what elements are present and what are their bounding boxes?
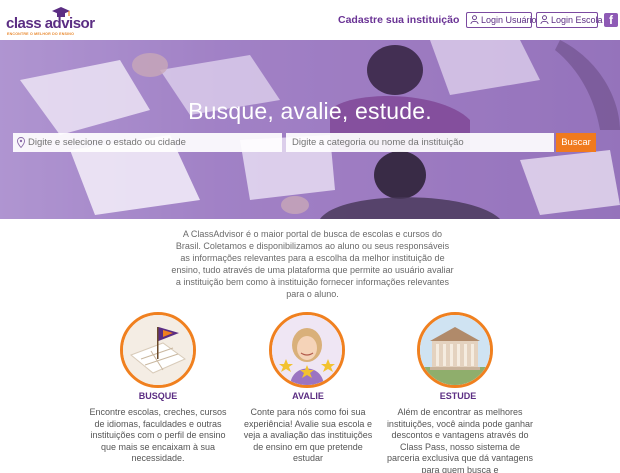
students-studying-photo xyxy=(0,40,620,219)
feature-avalie-text: Conte para nós como foi sua experiência!… xyxy=(243,407,373,464)
state-city-search-input[interactable] xyxy=(13,133,282,152)
feature-estude-text: Além de encontrar as melhores instituiçõ… xyxy=(386,407,534,473)
hero-banner: Busque, avalie, estude. Buscar xyxy=(0,40,620,219)
hero-title: Busque, avalie, estude. xyxy=(188,98,432,124)
facebook-icon[interactable]: f xyxy=(604,13,618,27)
feature-avalie-title: AVALIE xyxy=(292,391,324,401)
site-header: class advisor ENCONTRE O MELHOR DO ENSIN… xyxy=(0,0,620,40)
smiling-woman-stars-icon xyxy=(269,312,345,388)
school-building-icon xyxy=(417,312,493,388)
login-school-button[interactable]: Login Escola xyxy=(536,12,603,28)
logo-tagline: ENCONTRE O MELHOR DO ENSINO xyxy=(7,32,75,36)
logo-wordmark: class advisor xyxy=(6,15,95,32)
feature-busque-text: Encontre escolas, creches, cursos de idi… xyxy=(89,407,227,464)
login-user-button[interactable]: Login Usuário xyxy=(466,12,537,28)
map-flag-icon xyxy=(120,312,196,388)
map-pin-icon xyxy=(17,137,25,148)
feature-busque-title: BUSQUE xyxy=(138,391,178,401)
login-user-label: Login Usuário xyxy=(481,15,537,25)
login-school-label: Login Escola xyxy=(551,15,603,25)
user-icon xyxy=(470,15,479,24)
feature-estude-title: ESTUDE xyxy=(439,391,477,401)
category-institution-search-input[interactable] xyxy=(286,133,554,152)
search-button[interactable]: Buscar xyxy=(556,133,596,152)
classadvisor-logo[interactable]: class advisor ENCONTRE O MELHOR DO ENSIN… xyxy=(6,6,95,36)
intro-paragraph: A ClassAdvisor é o maior portal de busca… xyxy=(171,229,454,299)
register-institution-link[interactable]: Cadastre sua instituição xyxy=(338,14,459,26)
user-icon xyxy=(540,15,549,24)
